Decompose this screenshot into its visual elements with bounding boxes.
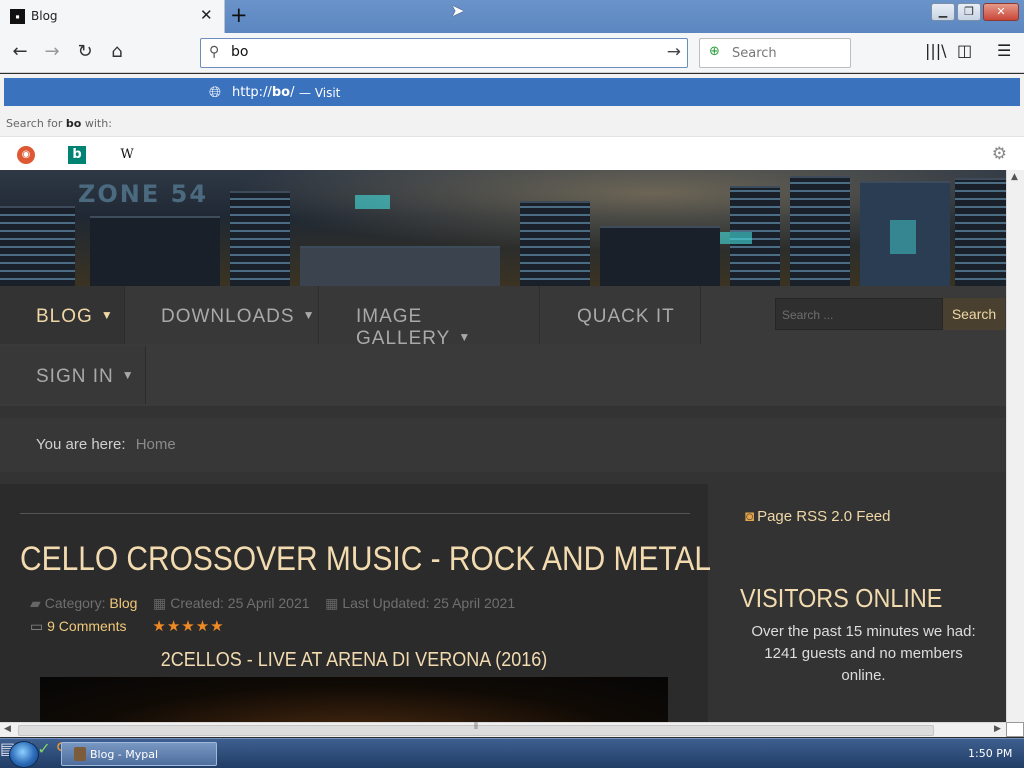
visitors-heading: VISITORS ONLINE — [740, 583, 943, 613]
comment-icon: ▭ — [30, 618, 44, 634]
browser-tab[interactable]: ▪ Blog ✕ — [0, 0, 225, 33]
wikipedia-icon[interactable]: W — [118, 146, 136, 164]
article-meta-secondary: ▭ 9 Comments ★★★★★ — [30, 617, 225, 635]
library-icon[interactable]: |||\ — [925, 41, 947, 60]
caret-down-icon: ▼ — [100, 308, 114, 322]
category-link[interactable]: Blog — [109, 595, 137, 611]
search-for-label: Search for bo with: — [6, 117, 112, 130]
menu-item-blog[interactable]: BLOG ▼ — [0, 286, 125, 344]
menu-item-quack-it[interactable]: QUACK IT — [541, 286, 701, 344]
rating-stars[interactable]: ★★★★★ — [152, 618, 224, 635]
menu-hamburger-icon[interactable]: ☰ — [997, 41, 1011, 60]
web-page: ZONE 54 BLOG ▼ DOWNLOADS ▼ IMAGE GALLERY ▼ … — [0, 170, 1006, 722]
window-controls: ▁ ❐ ✕ — [931, 3, 1019, 21]
breadcrumb-home-link[interactable]: Home — [136, 436, 176, 453]
reload-icon[interactable]: ↻ — [73, 41, 97, 62]
suggestion-action: — Visit — [299, 86, 341, 100]
search-engine-add-icon[interactable]: ⊕ — [709, 44, 720, 59]
article-panel: CELLO CROSSOVER MUSIC - ROCK AND METAL ▰… — [0, 484, 711, 722]
menu-item-sign-in[interactable]: SIGN IN ▼ — [0, 346, 146, 404]
caret-down-icon: ▼ — [302, 308, 316, 322]
site-logo[interactable]: ZONE 54 — [78, 180, 208, 208]
search-box[interactable]: ⊕ — [699, 38, 851, 68]
visitors-text: Over the past 15 minutes we had: 1241 gu… — [751, 623, 976, 684]
forward-icon[interactable]: → — [40, 41, 64, 62]
menu-item-image-gallery[interactable]: IMAGE GALLERY ▼ — [320, 286, 540, 349]
sidebar-icon[interactable]: ◫ — [957, 41, 972, 60]
rss-icon: ◙ — [745, 508, 755, 525]
caret-down-icon: ▼ — [458, 330, 472, 344]
minimize-button[interactable]: ▁ — [931, 3, 955, 21]
globe-icon: 🌐︎ — [209, 83, 222, 101]
url-dropdown: 🌐︎ http://bo/ — Visit Search for bo with… — [0, 74, 1024, 170]
navigation-toolbar: ← → ↻ ⌂ ⚲ → ⊕ |||\ ◫ ☰ — [0, 33, 1024, 73]
site-search-input[interactable]: Search ... — [775, 298, 943, 330]
search-settings-gear-icon[interactable]: ⚙ — [992, 144, 1007, 164]
calendar-icon: ▦ — [152, 595, 167, 611]
restore-button[interactable]: ❐ — [957, 3, 981, 21]
caret-down-icon: ▼ — [121, 368, 135, 382]
tab-strip: ▪ Blog ✕ + ➤ ▁ ❐ ✕ — [0, 0, 1024, 33]
mouse-cursor-icon: ➤ — [451, 1, 465, 20]
duckduckgo-icon[interactable]: ◉ — [17, 146, 35, 164]
url-input[interactable] — [231, 44, 631, 60]
breadcrumb-label: You are here: — [36, 436, 126, 453]
horizontal-scrollbar[interactable]: ◀ ⦀ ▶ — [0, 722, 1006, 737]
video-title: 2CELLOS - LIVE AT ARENA DI VERONA (2016) — [160, 649, 548, 671]
tab-title: Blog — [31, 9, 58, 23]
mypal-app-icon — [74, 747, 86, 761]
new-tab-button[interactable]: + — [230, 3, 248, 27]
divider — [20, 513, 690, 514]
scroll-left-icon[interactable]: ◀ — [4, 724, 11, 734]
updated-date: Last Updated: 25 April 2021 — [342, 595, 516, 611]
breadcrumb: You are here: Home — [0, 418, 1006, 472]
scroll-grip-icon: ⦀ — [474, 722, 478, 732]
site-main-menu: BLOG ▼ DOWNLOADS ▼ IMAGE GALLERY ▼ QUACK IT… — [0, 286, 1006, 406]
scroll-up-icon[interactable]: ▲ — [1011, 172, 1018, 182]
tab-close-icon[interactable]: ✕ — [200, 6, 213, 24]
site-favicon-icon: ▪ — [10, 9, 25, 24]
article-title[interactable]: CELLO CROSSOVER MUSIC - ROCK AND METAL — [20, 540, 711, 579]
taskbar-window-button[interactable]: Blog - Mypal — [61, 742, 217, 766]
folder-icon: ▰ — [30, 595, 41, 611]
comments-link[interactable]: 9 Comments — [47, 618, 126, 634]
address-bar[interactable]: ⚲ → — [200, 38, 688, 68]
video-player[interactable] — [40, 677, 668, 722]
scroll-right-icon[interactable]: ▶ — [994, 724, 1001, 734]
vertical-scrollbar[interactable]: ▲ — [1006, 170, 1024, 722]
go-arrow-icon[interactable]: → — [667, 42, 681, 62]
site-search-button[interactable]: Search — [943, 298, 1005, 330]
window-close-button[interactable]: ✕ — [983, 3, 1019, 21]
windows-taskbar: Blog - Mypal ▤ ⛨ ✓ ⚲ 1:50 PM — [0, 738, 1024, 768]
search-input[interactable] — [732, 46, 842, 61]
one-off-search-engines: ◉ b W ⚙ — [0, 136, 1024, 170]
suggestion-url: http://bo/ — [232, 85, 295, 100]
scroll-corner — [1006, 722, 1024, 737]
search-icon: ⚲ — [209, 44, 220, 60]
start-button[interactable] — [9, 741, 39, 768]
article-meta: ▰ Category: Blog ▦ Created: 25 April 2021 … — [30, 595, 516, 611]
bing-icon[interactable]: b — [68, 146, 86, 164]
created-date: Created: 25 April 2021 — [170, 595, 310, 611]
calendar-icon: ▦ — [325, 595, 339, 611]
url-suggestion[interactable]: 🌐︎ http://bo/ — Visit — [4, 78, 1020, 106]
rss-module: ◙ Page RSS 2.0 Feed — [721, 484, 1006, 546]
network-icon[interactable]: ✓ — [37, 739, 50, 758]
system-clock[interactable]: 1:50 PM — [968, 747, 1012, 760]
menu-item-downloads[interactable]: DOWNLOADS ▼ — [125, 286, 319, 344]
visitors-module: VISITORS ONLINE Over the past 15 minutes… — [721, 557, 1006, 707]
rss-link[interactable]: ◙ Page RSS 2.0 Feed — [745, 508, 890, 525]
home-icon[interactable]: ⌂ — [105, 41, 129, 62]
back-icon[interactable]: ← — [8, 41, 32, 62]
site-banner: ZONE 54 — [0, 170, 1006, 286]
